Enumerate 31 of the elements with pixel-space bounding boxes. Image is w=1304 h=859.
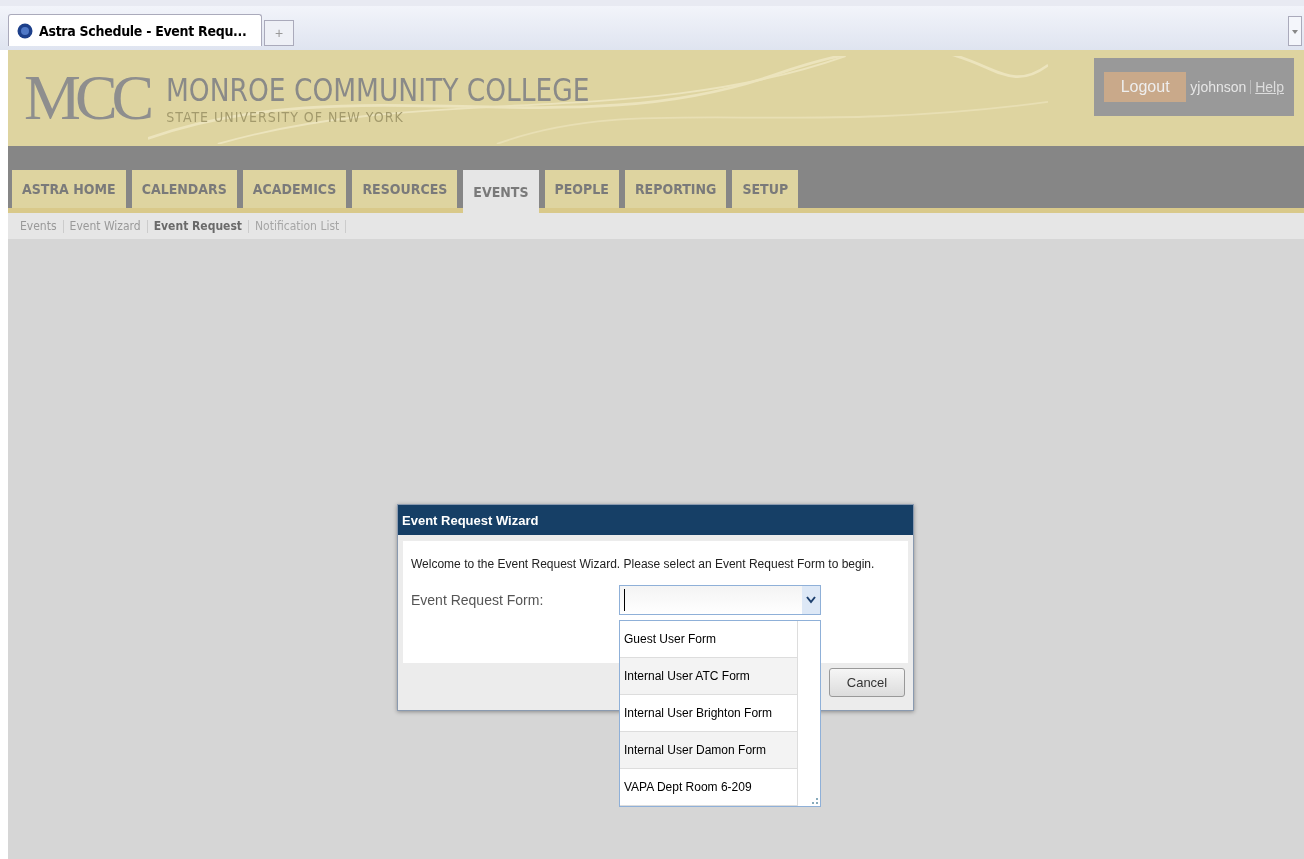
dropdown-option[interactable]: VAPA Dept Room 6-209 [620,769,798,806]
site-icon [17,22,33,39]
username: yjohnson [1190,79,1247,95]
nav-tab[interactable]: PEOPLE [544,170,619,208]
tab-list-icon[interactable] [1288,16,1302,46]
form-select-field[interactable] [619,585,821,615]
subnav-link[interactable]: Events [14,219,63,233]
dropdown-icon [806,596,816,604]
college-name: MONROE COMMUNITY COLLEGE [166,71,590,109]
welcome-message: Welcome to the Event Request Wizard. Please select an Event Request Form to begin. [411,556,876,571]
nav-tab[interactable]: SETUP [732,170,799,208]
new-tab-button[interactable]: + [264,20,294,46]
cancel-button[interactable]: Cancel [829,668,905,697]
browser-tab[interactable]: Astra Schedule - Event Requ... [8,14,262,46]
dropdown-option[interactable]: Internal User Damon Form [620,732,798,769]
resize-grip-icon[interactable] [812,798,818,804]
nav-tab[interactable]: EVENTS [463,170,539,213]
nav-tab[interactable]: CALENDARS [131,170,237,208]
nav-tab[interactable]: REPORTING [624,170,727,208]
subnav-link[interactable]: Event Request [147,219,248,233]
help-link[interactable]: Help [1255,79,1284,95]
logout-button[interactable]: Logout [1104,72,1187,102]
nav-tab[interactable]: ASTRA HOME [12,170,126,208]
dialog-title: Event Request Wizard [398,505,913,535]
college-logo: MCC [24,66,149,130]
field-label: Event Request Form: [411,592,545,608]
subnav-link[interactable]: Event Wizard [63,219,147,233]
nav-tab[interactable]: RESOURCES [352,170,458,208]
college-subtitle: STATE UNIVERSITY OF NEW YORK [166,109,405,125]
nav-tab[interactable]: ACADEMICS [242,170,347,208]
dropdown-option[interactable]: Internal User ATC Form [620,658,798,695]
